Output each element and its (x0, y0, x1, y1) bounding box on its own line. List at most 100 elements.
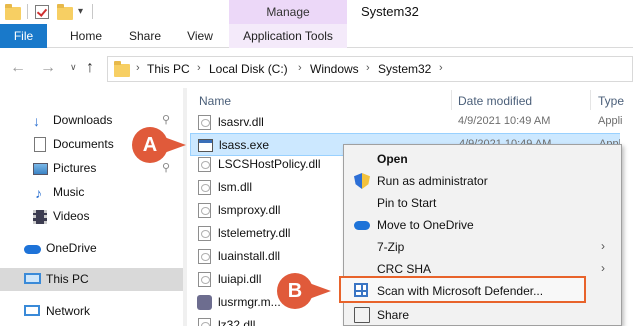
menu-item-pin-to-start[interactable]: Pin to Start (344, 192, 621, 214)
file-name: luiapi.dll (218, 272, 262, 286)
up-arrow-icon[interactable]: ↑ (86, 59, 94, 77)
menu-item-label: Move to OneDrive (377, 218, 474, 232)
pictures-icon (33, 163, 48, 175)
callout-b: B (277, 273, 313, 309)
new-folder-icon[interactable] (57, 4, 73, 20)
folder-icon (114, 61, 130, 77)
column-header-type[interactable]: Type (598, 94, 624, 108)
uac-shield-icon (354, 173, 370, 189)
dll-file-icon (198, 203, 211, 218)
menu-item-label: Share (377, 308, 410, 322)
menu-item-label: 7-Zip (377, 240, 405, 254)
properties-icon[interactable] (35, 5, 49, 19)
column-divider[interactable] (590, 90, 591, 110)
file-name: luainstall.dll (218, 249, 281, 263)
callout-a: A (132, 127, 168, 163)
column-header-date-modified[interactable]: Date modified (458, 94, 532, 108)
network-icon (24, 305, 40, 316)
divider (27, 4, 28, 19)
music-note-icon: ♪ (35, 185, 42, 201)
menu-item-7-zip[interactable]: 7-Zip › (344, 236, 621, 258)
file-name: lstelemetry.dll (218, 226, 291, 240)
callout-a-pointer (164, 137, 186, 153)
tab-share[interactable]: Share (120, 24, 170, 48)
tab-home[interactable]: Home (60, 24, 112, 48)
chevron-right-icon[interactable]: › (197, 62, 201, 74)
breadcrumb-system32[interactable]: System32 (378, 62, 431, 76)
folder-icon (5, 4, 21, 20)
file-name: lsm.dll (218, 180, 253, 194)
file-name: LSCSHostPolicy.dll (218, 157, 321, 171)
chevron-right-icon[interactable]: › (298, 62, 302, 74)
column-header-name[interactable]: Name (199, 94, 231, 108)
share-icon (354, 307, 370, 323)
pin-icon[interactable]: ⚲ (162, 113, 170, 126)
ribbon-tabs: File Home Share View Application Tools (0, 24, 633, 48)
file-name: lsmproxy.dll (218, 203, 281, 217)
file-name: lz32.dll (218, 318, 256, 326)
column-divider[interactable] (451, 90, 452, 110)
defender-icon (354, 283, 368, 297)
sidebar-item-onedrive[interactable]: OneDrive (0, 237, 183, 260)
file-name: lusrmgr.m... (218, 295, 281, 309)
dll-file-icon (198, 249, 211, 264)
address-bar[interactable]: › This PC › Local Disk (C:) › Windows › … (107, 56, 633, 82)
back-arrow-icon[interactable]: ← (10, 59, 26, 77)
onedrive-cloud-icon (24, 245, 41, 254)
sidebar-item-label: Downloads (53, 113, 113, 127)
exe-file-icon (198, 139, 213, 152)
submenu-arrow-icon: › (601, 239, 605, 253)
sidebar-item-label: Documents (53, 137, 114, 151)
sidebar-item-label: OneDrive (46, 241, 97, 255)
sidebar-item-this-pc[interactable]: This PC (0, 268, 183, 291)
callout-b-pointer (309, 283, 331, 299)
chevron-right-icon[interactable]: › (136, 62, 140, 74)
breadcrumb-this-pc[interactable]: This PC (147, 62, 190, 76)
documents-icon (34, 137, 46, 152)
title-bar: ▾ Manage System32 (0, 0, 633, 25)
download-arrow-icon: ↓ (33, 113, 40, 129)
dll-file-icon (198, 226, 211, 241)
menu-item-share[interactable]: Share (344, 304, 621, 326)
file-type: Appli (598, 115, 623, 127)
tab-view[interactable]: View (177, 24, 223, 48)
navigation-pane: ↓ Downloads ⚲ Documents ⚲ Pictures ⚲ ♪ M… (0, 88, 183, 326)
sidebar-item-videos[interactable]: Videos (0, 205, 183, 228)
menu-item-label: Run as administrator (377, 174, 488, 188)
onedrive-cloud-icon (354, 221, 370, 230)
menu-item-open[interactable]: Open (344, 148, 621, 170)
sidebar-item-label: Pictures (53, 161, 97, 175)
tab-application-tools[interactable]: Application Tools (229, 24, 347, 48)
quick-access-dropdown-icon[interactable]: ▾ (78, 6, 83, 17)
chevron-right-icon[interactable]: › (366, 62, 370, 74)
forward-arrow-icon[interactable]: → (40, 59, 56, 77)
sidebar-item-label: Music (53, 185, 85, 199)
context-menu: Open Run as administrator Pin to Start M… (339, 144, 622, 326)
menu-item-label: Open (377, 152, 408, 166)
breadcrumb-local-disk[interactable]: Local Disk (C:) (209, 62, 288, 76)
dll-file-icon (198, 318, 211, 326)
sidebar-scrollbar[interactable] (183, 88, 187, 326)
menu-item-label: CRC SHA (377, 262, 432, 276)
manage-tab-group[interactable]: Manage (229, 0, 347, 25)
menu-item-label: Scan with Microsoft Defender... (377, 284, 544, 298)
chevron-right-icon[interactable]: › (439, 62, 443, 74)
dll-file-icon (198, 115, 211, 130)
sidebar-item-network[interactable]: Network (0, 300, 183, 323)
videos-icon (33, 210, 47, 224)
divider (92, 4, 93, 19)
pin-icon[interactable]: ⚲ (162, 161, 170, 174)
dll-file-icon (198, 157, 211, 172)
breadcrumb-windows[interactable]: Windows (310, 62, 359, 76)
file-row[interactable]: lsasrv.dll 4/9/2021 10:49 AM Appli (190, 111, 633, 134)
file-name: lsasrv.dll (218, 115, 264, 129)
sidebar-item-label: Network (46, 304, 91, 318)
menu-item-scan-with-defender[interactable]: Scan with Microsoft Defender... (339, 276, 586, 303)
dll-file-icon (198, 180, 211, 195)
menu-item-run-as-administrator[interactable]: Run as administrator (344, 170, 621, 192)
tab-file[interactable]: File (0, 24, 47, 48)
menu-item-move-to-onedrive[interactable]: Move to OneDrive (344, 214, 621, 236)
file-name: lsass.exe (219, 138, 270, 152)
sidebar-item-music[interactable]: ♪ Music (0, 181, 183, 204)
recent-locations-dropdown-icon[interactable]: ∨ (70, 62, 77, 73)
